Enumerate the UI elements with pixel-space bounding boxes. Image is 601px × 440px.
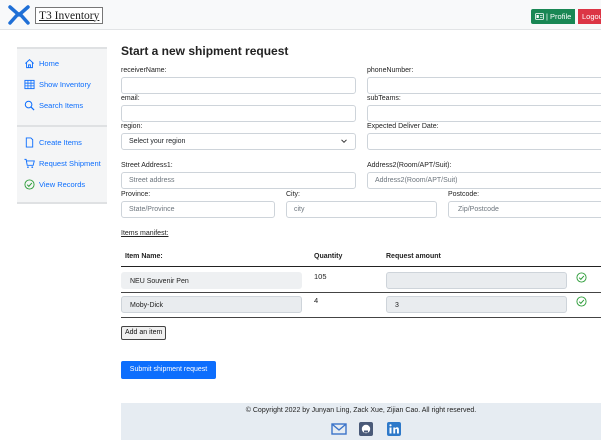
quantity-cell: 4 <box>314 296 319 305</box>
search-icon <box>24 100 35 111</box>
mail-icon[interactable] <box>331 421 347 437</box>
phone-number-label: phoneNumber: <box>367 67 414 74</box>
region-select[interactable]: Select your region <box>121 133 356 150</box>
table-row-divider <box>121 292 601 293</box>
city-input[interactable]: city <box>286 201 437 218</box>
postcode-input[interactable]: Zip/Postcode <box>448 201 601 218</box>
linkedin-icon[interactable] <box>386 421 402 437</box>
postcode-label: Postcode: <box>448 191 480 198</box>
receiver-name-input[interactable] <box>121 77 356 94</box>
street1-label: Street Address1: <box>121 162 173 169</box>
sidebar-item-label: View Records <box>39 180 86 189</box>
sidebar-item-search-items[interactable]: Search Items <box>24 100 83 111</box>
quantity-cell: 105 <box>314 272 327 281</box>
items-manifest-title: Items manifest: <box>121 230 169 237</box>
sidebar-item-label: Home <box>39 59 60 68</box>
street1-input[interactable]: Street address <box>121 172 356 189</box>
check-circle-icon[interactable] <box>576 272 587 283</box>
sidebar-item-label: Search Items <box>39 101 84 110</box>
sidebar-item-label: Create Items <box>39 138 82 147</box>
sidebar: Home Show Inventory Search Items Create … <box>17 47 107 204</box>
check-circle-icon[interactable] <box>576 296 587 307</box>
brand-name[interactable]: T3 Inventory <box>35 6 104 24</box>
deliver-date-label: Expected Deliver Date: <box>367 123 439 130</box>
sidebar-item-show-inventory[interactable]: Show Inventory <box>24 79 91 90</box>
street2-label: Address2(Room/APT/Suit): <box>367 162 452 169</box>
region-label: region: <box>121 123 143 130</box>
province-label: Province: <box>121 191 151 198</box>
deliver-date-input[interactable] <box>367 133 601 150</box>
sidebar-item-label: Request Shipment <box>39 159 101 168</box>
page-title: Start a new shipment request <box>121 44 289 58</box>
receiver-name-label: receiverName: <box>121 67 167 74</box>
region-select-value: Select your region <box>129 138 186 145</box>
subteams-label: subTeams: <box>367 95 401 102</box>
home-icon <box>25 59 34 69</box>
profile-button[interactable]: | Profile <box>531 9 576 24</box>
profile-label: | Profile <box>546 12 572 21</box>
phone-number-input[interactable] <box>367 77 601 94</box>
email-label: email: <box>121 95 140 102</box>
column-header-request-amount: Request amount <box>386 253 441 260</box>
check-circle-icon <box>24 179 35 190</box>
street2-input[interactable]: Address2(Room/APT/Suit) <box>367 172 601 189</box>
logout-button[interactable]: Logout <box>578 9 601 24</box>
request-amount-input[interactable]: 3 <box>386 296 567 313</box>
table-icon <box>24 79 35 90</box>
sidebar-divider <box>17 125 107 127</box>
subteams-input[interactable] <box>367 105 601 122</box>
copyright-text: © Copyright 2022 by Junyan Ling, Zack Xu… <box>245 407 477 414</box>
column-header-quantity: Quantity <box>314 253 343 260</box>
item-name-cell: NEU Souvenir Pen <box>121 272 302 289</box>
file-icon <box>25 137 34 148</box>
top-navbar: T3 Inventory | Profile Logout <box>0 0 601 30</box>
add-item-button[interactable]: Add an item <box>121 326 167 340</box>
table-header-divider <box>121 266 601 267</box>
column-header-item-name: Item Name: <box>125 253 163 260</box>
item-name-cell: Moby-Dick <box>121 296 302 313</box>
cart-icon <box>24 158 35 168</box>
footer: © Copyright 2022 by Junyan Ling, Zack Xu… <box>121 403 601 440</box>
chevron-down-icon <box>341 139 347 144</box>
sidebar-item-label: Show Inventory <box>39 80 91 89</box>
sidebar-item-request-shipment[interactable]: Request Shipment <box>24 158 101 169</box>
github-icon[interactable] <box>358 421 374 437</box>
sidebar-item-create-items[interactable]: Create Items <box>24 137 82 148</box>
request-amount-input[interactable] <box>386 272 567 289</box>
city-label: City: <box>286 191 300 198</box>
sidebar-item-home[interactable]: Home <box>24 58 59 69</box>
province-input[interactable]: State/Province <box>121 201 275 218</box>
submit-shipment-button[interactable]: Submit shipment request <box>121 361 216 379</box>
email-input[interactable] <box>121 105 356 122</box>
logo-icon <box>8 5 30 25</box>
brand[interactable]: T3 Inventory <box>8 5 104 25</box>
sidebar-item-view-records[interactable]: View Records <box>24 179 85 190</box>
table-row-divider <box>121 317 601 318</box>
id-card-icon <box>535 13 544 20</box>
